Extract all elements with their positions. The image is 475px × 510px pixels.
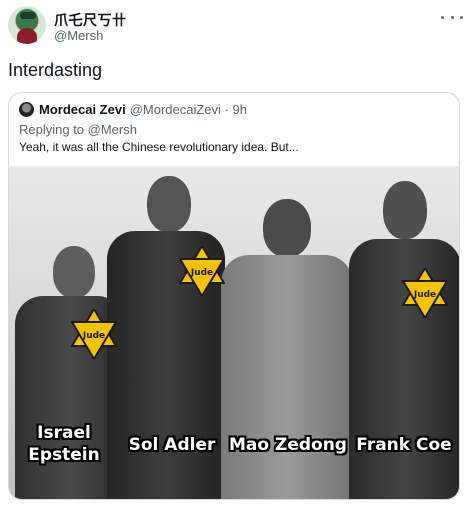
- replying-to-text: Replying to @Mersh: [19, 122, 137, 137]
- quoted-tweet-text: Yeah, it was all the Chinese revolutiona…: [19, 140, 299, 154]
- photo-caption: Frank Coe: [356, 435, 452, 455]
- quoted-author-avatar[interactable]: [19, 101, 34, 117]
- star-badge-icon: Jude: [179, 246, 225, 296]
- star-badge-icon: Jude: [71, 309, 117, 359]
- photo-caption: Israel Epstein: [28, 423, 100, 465]
- tweet-text: Interdasting: [8, 60, 103, 80]
- photo-caption: Mao Zedong: [229, 435, 347, 455]
- svg-text:Jude: Jude: [82, 331, 105, 341]
- star-badge-icon: Jude: [402, 268, 448, 318]
- quoted-tweet-header: Mordecai Zevi @MordecaiZevi · 9h: [19, 100, 247, 118]
- quoted-tweet[interactable]: Mordecai Zevi @MordecaiZevi · 9h Replyin…: [8, 92, 460, 500]
- svg-text:Jude: Jude: [413, 290, 436, 300]
- author-avatar[interactable]: [8, 6, 46, 44]
- quoted-author-handle-time: @MordecaiZevi · 9h: [129, 101, 247, 117]
- quoted-author-name[interactable]: Mordecai Zevi: [39, 102, 126, 117]
- svg-text:Jude: Jude: [190, 268, 213, 278]
- author-display-name[interactable]: 爪乇尺丂卄: [54, 10, 127, 30]
- photo-caption: Sol Adler: [128, 435, 216, 455]
- tweet-header: 爪乇尺丂卄 @Mersh: [8, 6, 467, 46]
- more-options-icon[interactable]: [441, 10, 463, 24]
- quoted-tweet-photo[interactable]: Jude Jude Jude Israel Epstein Sol Adler …: [9, 166, 459, 499]
- author-handle[interactable]: @Mersh: [54, 28, 103, 43]
